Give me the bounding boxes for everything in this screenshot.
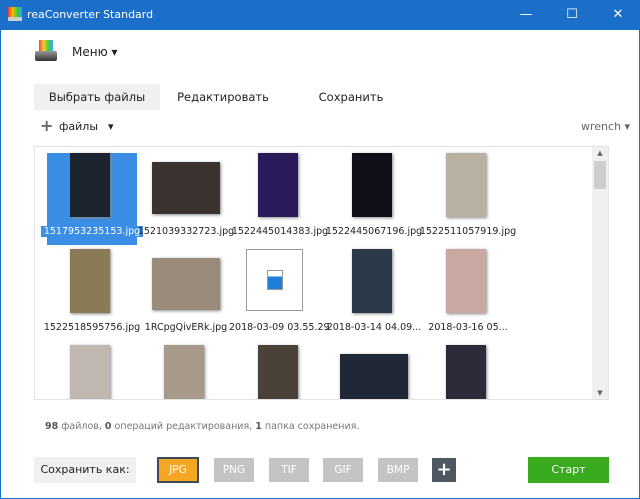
file-thumbnail bbox=[164, 345, 204, 399]
file-grid: 1517953235153.jpg 1521039332723.jpg 152244… bbox=[34, 146, 609, 400]
file-thumbnail bbox=[258, 345, 298, 399]
app-window: reaConverter Standard — ☐ ✕ Меню ▾ Выбра… bbox=[0, 0, 640, 499]
file-thumbnail bbox=[70, 153, 110, 217]
file-item[interactable] bbox=[47, 345, 137, 399]
file-item[interactable]: 2018-03-16 05... bbox=[423, 249, 513, 341]
file-name: 2018-03-14 04.09... bbox=[326, 322, 422, 333]
format-bmp-button[interactable]: BMP bbox=[378, 458, 418, 482]
maximize-button[interactable]: ☐ bbox=[549, 0, 595, 30]
format-gif-button[interactable]: GIF bbox=[323, 458, 363, 482]
file-thumbnail bbox=[340, 354, 408, 399]
status-text: 98 файлов, 0 операций редактирования, 1 … bbox=[45, 421, 360, 432]
format-png-button[interactable]: PNG bbox=[214, 458, 254, 482]
file-item[interactable]: 1522518595756.jpg bbox=[44, 249, 140, 341]
file-item[interactable]: 1RCpgQivERk.jpg bbox=[141, 249, 231, 341]
file-thumbnail bbox=[70, 345, 110, 399]
file-item[interactable]: 1517953235153.jpg bbox=[41, 153, 143, 245]
format-jpg-button[interactable]: JPG bbox=[157, 457, 199, 483]
add-files-dropdown[interactable]: ▾ bbox=[108, 120, 114, 133]
file-item[interactable]: 2018-03-14 04.09... bbox=[327, 249, 421, 341]
add-icon[interactable]: + bbox=[40, 116, 53, 135]
file-name: 1517953235153.jpg bbox=[41, 226, 143, 237]
close-button[interactable]: ✕ bbox=[595, 0, 640, 30]
tab-edit[interactable]: Редактировать bbox=[171, 84, 275, 110]
file-item[interactable]: 1522511057919.jpg bbox=[420, 153, 516, 245]
file-name: 1522518595756.jpg bbox=[43, 322, 141, 333]
save-as-label: Сохранить как: bbox=[34, 457, 136, 483]
scroll-down-icon[interactable]: ▼ bbox=[592, 389, 608, 397]
file-thumbnail bbox=[152, 258, 220, 310]
minimize-button[interactable]: — bbox=[503, 0, 549, 30]
image-placeholder-icon bbox=[246, 249, 303, 311]
scrollbar[interactable]: ▲ ▼ bbox=[592, 147, 608, 399]
file-name: 1522511057919.jpg bbox=[419, 226, 517, 237]
window-title: reaConverter Standard bbox=[27, 8, 154, 21]
tab-save[interactable]: Сохранить bbox=[306, 84, 396, 110]
file-thumbnail bbox=[70, 249, 110, 313]
file-thumbnail bbox=[152, 162, 220, 214]
menu-button[interactable]: Меню ▾ bbox=[72, 45, 118, 59]
file-name: 1521039332723.jpg bbox=[137, 226, 235, 237]
file-name: 2018-03-09 03.55.29 1-02.jpg bbox=[229, 322, 331, 333]
add-format-button[interactable]: + bbox=[432, 458, 456, 482]
file-thumbnail bbox=[258, 153, 298, 217]
start-button[interactable]: Старт bbox=[528, 457, 609, 483]
file-name: 1RCpgQivERk.jpg bbox=[144, 322, 228, 333]
file-thumbnail bbox=[352, 249, 392, 313]
file-item[interactable]: 2018-03-09 03.55.29 1-02.jpg bbox=[229, 249, 331, 341]
title-bar: reaConverter Standard — ☐ ✕ bbox=[1, 0, 640, 30]
file-item[interactable] bbox=[141, 345, 231, 399]
file-thumbnail bbox=[446, 345, 486, 399]
app-logo-icon bbox=[35, 40, 59, 62]
file-item[interactable]: 1521039332723.jpg bbox=[138, 153, 234, 245]
file-item[interactable] bbox=[235, 345, 325, 399]
format-tif-button[interactable]: TIF bbox=[269, 458, 309, 482]
scrollbar-thumb[interactable] bbox=[594, 161, 606, 189]
file-name: 1522445067196.jpg bbox=[325, 226, 423, 237]
scroll-up-icon[interactable]: ▲ bbox=[592, 149, 608, 157]
file-item[interactable] bbox=[329, 345, 419, 399]
file-thumbnail bbox=[446, 153, 486, 217]
file-name: 1522445014383.jpg bbox=[231, 226, 329, 237]
add-files-button[interactable]: файлы bbox=[59, 120, 98, 133]
wrench-icon[interactable]: wrench ▾ bbox=[581, 120, 630, 133]
file-item[interactable]: 1522445067196.jpg bbox=[326, 153, 422, 245]
file-item[interactable] bbox=[423, 345, 513, 399]
file-thumbnail bbox=[446, 249, 486, 313]
app-icon bbox=[8, 7, 22, 21]
file-thumbnail bbox=[352, 153, 392, 217]
file-item[interactable]: 1522445014383.jpg bbox=[232, 153, 328, 245]
file-name: 2018-03-16 05... bbox=[428, 322, 508, 333]
tab-select-files[interactable]: Выбрать файлы bbox=[34, 84, 160, 110]
